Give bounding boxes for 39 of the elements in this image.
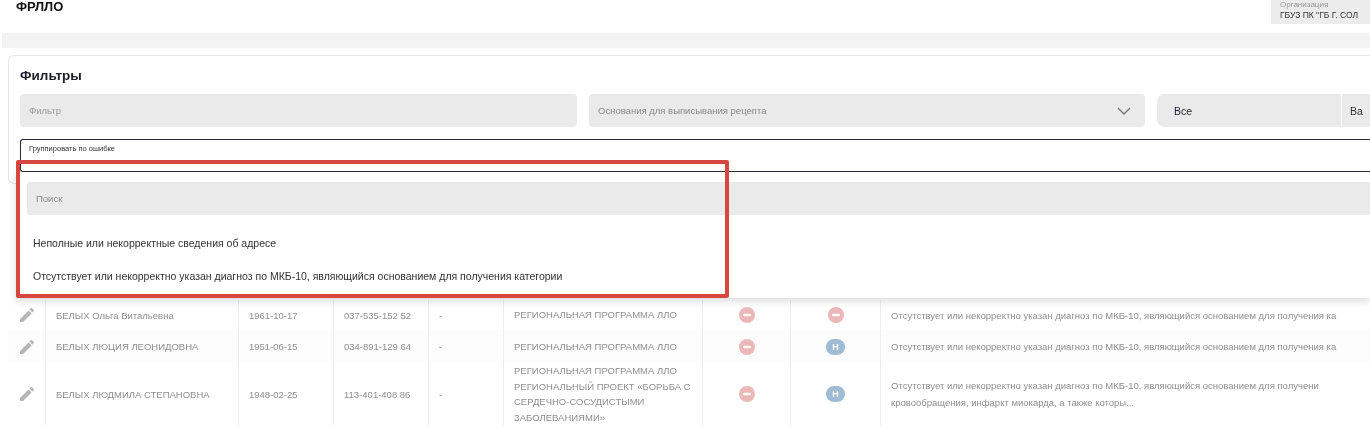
patient-name: БЕЛЫХ Ольга Витальевна [56, 309, 174, 321]
program-name: РЕГИОНАЛЬНАЯ ПРОГРАММА ЛЛО [514, 308, 677, 323]
pencil-icon[interactable] [19, 308, 34, 322]
table-cell: - [439, 388, 443, 400]
table-cell: - [439, 341, 443, 352]
minus-circle-icon [738, 307, 755, 323]
segment-tab[interactable]: Все [1157, 94, 1342, 127]
error-text: Отсутствует или некорректно указан диагноз по МКБ-10, являющийся основанием для получения ка [891, 308, 1337, 323]
segment-tab[interactable]: Ва [1342, 94, 1370, 127]
snils-number: 113-401-408 86 [344, 388, 411, 400]
page-title: ФРЛЛО [16, 0, 64, 14]
patient-name: БЕЛЫХ ЛЮДМИЛА СТЕПАНОВНА [56, 388, 210, 400]
program-name: РЕГИОНАЛЬНЫЙ ПРОЕКТ «БОРЬБА С СЕРДЕЧНО-СОСУДИСТЫМИ ЗАБОЛЕВАНИЯМИ» [514, 379, 692, 425]
birth-date: 1951-06-15 [249, 341, 298, 352]
status-badge: Н [826, 338, 845, 355]
patient-name: БЕЛЫХ ЛЮЦИЯ ЛЕОНИДОВНА [56, 341, 199, 352]
birth-date: 1948-02-25 [249, 388, 298, 400]
snils-number: 037-535-152 52 [344, 309, 412, 321]
search-field[interactable]: Поиск [27, 182, 1370, 215]
error-text: Отсутствует или некорректно указан диагноз по МКБ-10, являющийся основанием для получения ка [891, 340, 1337, 354]
filter-field[interactable]: Фильтр [20, 94, 577, 127]
birth-date: 1961-10-17 [249, 309, 298, 321]
minus-circle-icon [738, 338, 755, 355]
chevron-down-icon [1117, 106, 1131, 115]
filters-title: Фильтры [20, 67, 83, 85]
snils-number: 034-891-129 64 [344, 341, 412, 352]
error-text: Отсутствует или некорректно указан диагноз по МКБ-10, являющийся основанием для получени [891, 379, 1319, 393]
organization-badge[interactable]: Организация ГБУЗ ПК "ГБ Г. СОЛ [1271, 0, 1370, 24]
pencil-icon[interactable] [19, 387, 34, 401]
minus-circle-icon [738, 386, 755, 402]
table-cell: - [439, 309, 443, 321]
program-name: РЕГИОНАЛЬНАЯ ПРОГРАММА ЛЛО [514, 339, 677, 354]
error-text: кровообращения, инфаркт миокарда, а также которы... [891, 396, 1135, 410]
pencil-icon[interactable] [19, 339, 34, 354]
dropdown-option[interactable]: Отсутствует или некорректно указан диагноз по МКБ-10, являющийся основанием для получения категории [33, 270, 1370, 283]
status-badge: Н [826, 386, 845, 402]
minus-circle-icon [827, 307, 844, 323]
program-name: РЕГИОНАЛЬНАЯ ПРОГРАММА ЛЛО [514, 364, 677, 378]
dropdown-option[interactable]: Неполные или некорректные сведения об адресе [33, 237, 1370, 250]
